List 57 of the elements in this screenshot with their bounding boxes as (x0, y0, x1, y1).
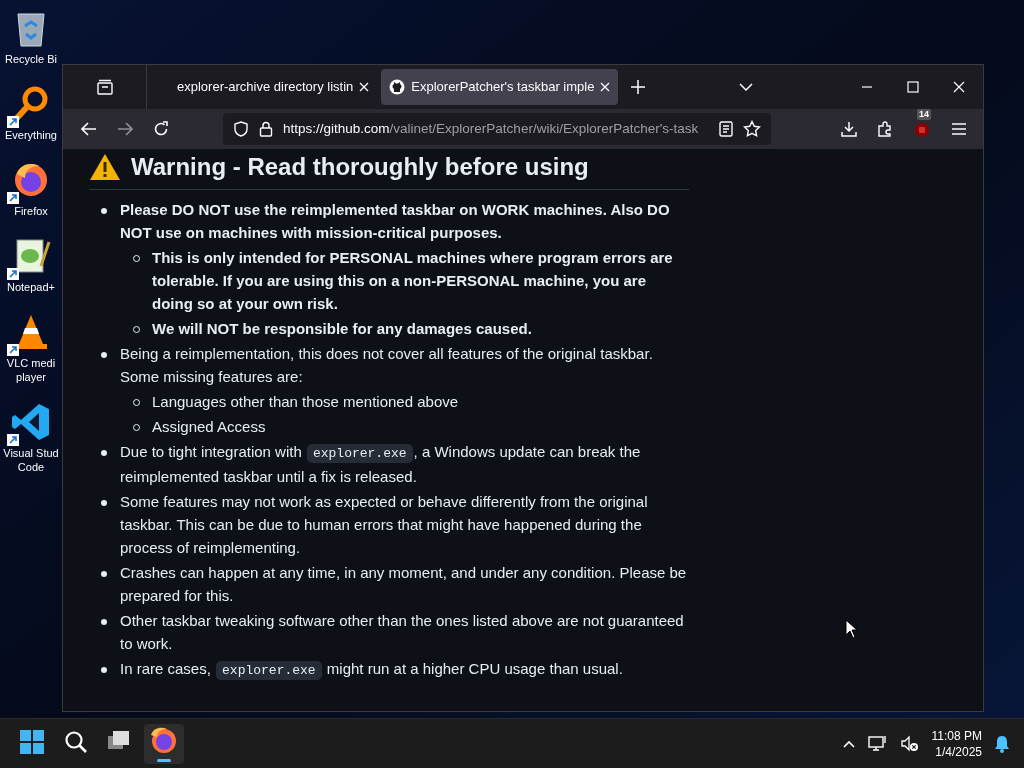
close-icon[interactable] (600, 82, 611, 92)
maximize-icon[interactable] (907, 81, 919, 93)
bullet-point (101, 449, 107, 456)
network-icon[interactable] (867, 734, 888, 753)
icon-label[interactable]: Everything (5, 128, 57, 142)
extension-badge: 14 (917, 109, 931, 120)
tab-list-icon[interactable] (95, 79, 114, 95)
code-editor-logo-icon[interactable] (11, 402, 51, 442)
list-item-text: Please DO NOT use the reimplemented taskbar on WORK machines. Also DO NOT use on machines with mission-critical purposes. (120, 200, 671, 243)
warning-icon (89, 153, 121, 181)
bullet-point (101, 666, 107, 673)
mouse-cursor-icon (845, 619, 858, 639)
chevron-down-icon[interactable] (739, 83, 753, 91)
browser-tab[interactable]: ExplorerPatcher's taskbar imple (381, 69, 619, 105)
icon-label[interactable]: Recycle Bi (5, 52, 57, 66)
icon-label[interactable]: Visual Stud Code (1, 446, 61, 474)
reload-icon[interactable] (153, 121, 169, 137)
list-item-text: We will NOT be responsible for any damages caused. (152, 319, 532, 339)
close-icon[interactable] (953, 81, 965, 93)
forward-arrow-icon[interactable] (117, 122, 133, 136)
list-item-text: Other taskbar tweaking software other than the ones listed above are not guaranteed to work. (120, 611, 685, 654)
back-arrow-icon[interactable] (81, 122, 97, 136)
reader-view-icon[interactable] (719, 121, 733, 137)
clock-time[interactable]: 11:08 PM (931, 727, 982, 744)
taskbar-button[interactable] (144, 723, 184, 764)
extension-icon[interactable] (913, 120, 931, 138)
list-item-text: Assigned Access (152, 417, 266, 437)
speaker-muted-icon[interactable] (899, 734, 920, 753)
icon-label[interactable]: VLC medi player (1, 356, 61, 384)
list-item-text: Languages other than those mentioned above (152, 392, 459, 412)
puzzle-piece-icon[interactable] (877, 121, 893, 137)
list-item-text: Some features may not work as expected or behave differently from the original taskbar. This can be due to human errors that might have happened during the process of reimplementing. (120, 492, 649, 558)
bullet-point (101, 570, 107, 577)
download-icon[interactable] (841, 121, 857, 137)
browser-tab[interactable]: explorer-archive directory listin (169, 69, 378, 105)
bullet-point (101, 499, 107, 506)
bullet-point (101, 207, 107, 214)
bullet-point (101, 351, 107, 358)
list-item-text: This is only intended for PERSONAL machines where program errors are tolerable. If you are using this on a non-PERSONAL machine, you are doing so at your own risk. (152, 248, 674, 314)
list-item-text: In rare cases, explorer.exe might run at a higher CPU usage than usual. (120, 659, 623, 682)
padlock-icon[interactable] (259, 121, 273, 137)
bookmark-star-icon[interactable] (743, 120, 761, 138)
list-item-text: Crashes can happen at any time, in any moment, and under any condition. Please be prepared for this. (120, 563, 688, 606)
list-item-text: Due to tight integration with explorer.exe , a Windows update can break the reimplemented taskbar until a fix is released. (120, 442, 642, 487)
shield-icon[interactable] (233, 121, 249, 137)
icon-label[interactable]: Notepad+ (7, 280, 55, 294)
clock-date[interactable]: 1/4/2025 (935, 743, 982, 760)
section-heading: Warning - Read thoroughly before using (131, 152, 589, 182)
close-icon[interactable] (359, 82, 370, 92)
list-item-text: Being a reimplementation, this does not cover all features of the original taskbar. Some missing features are: (120, 344, 654, 387)
bullet-point (101, 618, 107, 625)
menu-icon[interactable] (951, 122, 967, 136)
new-tab-plus-icon[interactable] (631, 80, 646, 94)
icon-label[interactable]: Firefox (14, 204, 48, 218)
chevron-up-icon[interactable] (841, 738, 856, 749)
address-bar[interactable]: https://github.com/valinet/ExplorerPatcher/wiki/ExplorerPatcher's-task (223, 113, 771, 145)
notification-bell-icon[interactable] (994, 734, 1010, 753)
